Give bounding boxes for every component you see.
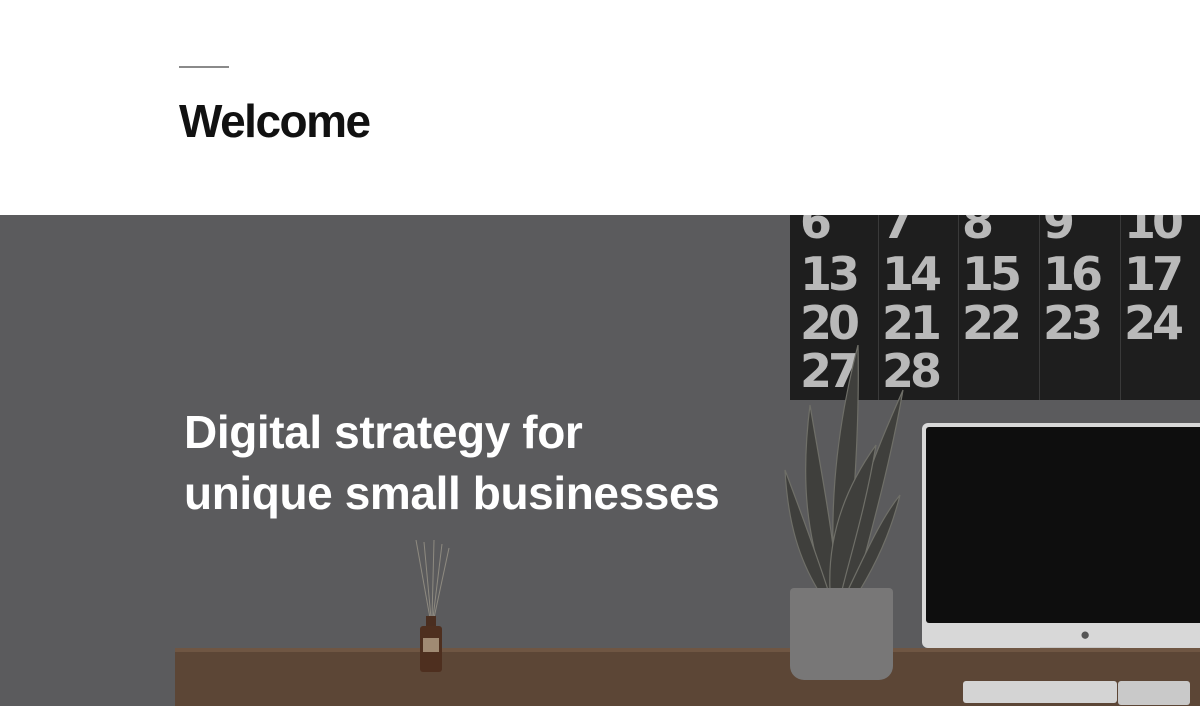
calendar-day: 8 <box>962 215 994 249</box>
monitor-screen <box>926 427 1200 623</box>
page-header: Welcome <box>0 0 1200 215</box>
page-title: Welcome <box>179 95 371 147</box>
calendar-day: 6 <box>800 215 832 249</box>
hero-headline: Digital strategy for unique small busine… <box>184 402 804 524</box>
calendar-day: 20 <box>800 296 860 350</box>
monitor: ● <box>922 423 1200 648</box>
calendar-day: 24 <box>1124 296 1184 350</box>
plant-pot <box>790 588 893 680</box>
keyboard <box>963 681 1117 703</box>
calendar-day: 16 <box>1043 247 1103 301</box>
calendar-day: 21 <box>882 296 942 350</box>
calendar-day: 7 <box>882 215 914 249</box>
calendar-day: 15 <box>962 247 1022 301</box>
hero-headline-line: Digital strategy for <box>184 406 583 458</box>
calendar-day: 13 <box>800 247 860 301</box>
trackpad <box>1118 681 1190 705</box>
calendar-day: 9 <box>1043 215 1075 249</box>
title-divider <box>179 66 229 68</box>
calendar-day: 23 <box>1043 296 1103 350</box>
hero-headline-line: unique small businesses <box>184 467 720 519</box>
calendar-day: 10 <box>1124 215 1184 249</box>
calendar-day: 14 <box>882 247 942 301</box>
calendar-day: 22 <box>962 296 1022 350</box>
hero-section: 6 7 8 9 10 13 14 15 16 17 20 21 22 23 24… <box>0 215 1200 706</box>
reed-diffuser-icon <box>415 540 450 672</box>
apple-logo-icon: ● <box>1080 625 1091 644</box>
calendar-day: 17 <box>1124 247 1184 301</box>
desk-edge <box>175 648 1200 652</box>
